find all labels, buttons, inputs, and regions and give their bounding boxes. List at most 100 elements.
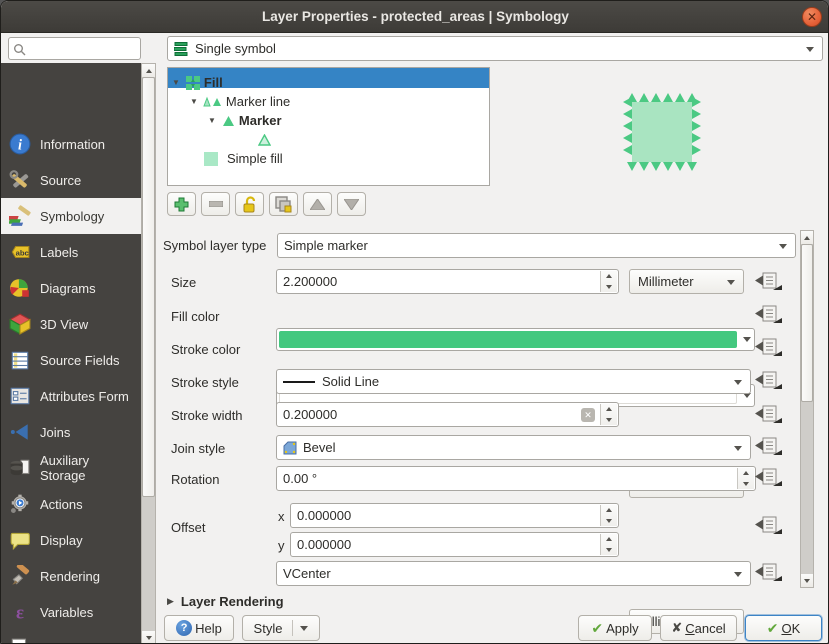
clear-icon[interactable]: ✕: [581, 408, 595, 422]
expander-icon[interactable]: ▼: [208, 116, 216, 125]
sidebar-item-metadata[interactable]: Metadata: [1, 630, 141, 644]
search-input[interactable]: [8, 37, 141, 60]
sidebar-item-source-fields[interactable]: Source Fields: [1, 342, 141, 378]
layer-rendering-group[interactable]: ▶ Layer Rendering: [167, 594, 284, 609]
stroke-color-override-button[interactable]: [753, 337, 785, 359]
data-defined-override-icon: [753, 404, 783, 426]
remove-symbol-layer-button[interactable]: [201, 192, 230, 216]
tree-row-marker[interactable]: ▼ Marker: [208, 111, 282, 130]
sidebar-item-attributes-form[interactable]: Attributes Form: [1, 374, 141, 418]
sidebar-item-information[interactable]: i Information: [1, 126, 141, 162]
sidebar-scrollbar[interactable]: [141, 63, 156, 644]
sidebar-item-source[interactable]: Source: [1, 162, 141, 198]
offset-override-button[interactable]: [753, 515, 785, 537]
join-style-select[interactable]: Bevel: [276, 435, 751, 460]
rotation-input[interactable]: 0.00 °: [276, 466, 756, 491]
offset-x-input[interactable]: 0.000000: [290, 503, 619, 528]
sidebar-item-rendering[interactable]: Rendering: [1, 558, 141, 594]
marker-icon: [222, 115, 235, 127]
scroll-up-icon[interactable]: [801, 231, 813, 244]
sidebar-item-variables[interactable]: ε Variables: [1, 594, 141, 630]
renderer-value: Single symbol: [195, 41, 276, 56]
titlebar[interactable]: Layer Properties - protected_areas | Sym…: [1, 1, 829, 33]
tree-row-simple-fill[interactable]: Simple fill: [204, 149, 283, 168]
move-layer-down-button[interactable]: [337, 192, 366, 216]
expander-icon[interactable]: ▼: [190, 97, 198, 106]
button-divider: [292, 620, 293, 636]
move-layer-up-button[interactable]: [303, 192, 332, 216]
expander-collapsed-icon[interactable]: ▶: [167, 596, 174, 607]
add-symbol-layer-button[interactable]: [167, 192, 196, 216]
offset-x-spinner[interactable]: [600, 505, 617, 526]
data-defined-override-icon: [753, 304, 783, 326]
fill-color-override-button[interactable]: [753, 304, 785, 326]
style-button[interactable]: Style: [242, 615, 320, 641]
sidebar-item-labels[interactable]: abc Labels: [1, 234, 141, 270]
sidebar-scrollbar-thumb[interactable]: [142, 77, 155, 497]
chevron-down-icon: [734, 380, 742, 385]
metadata-icon: [9, 637, 31, 644]
offset-y-input[interactable]: 0.000000: [290, 532, 619, 557]
fill-symbol-icon: [186, 76, 200, 90]
layer-properties-dialog: Layer Properties - protected_areas | Sym…: [0, 0, 829, 644]
check-icon: ✔: [767, 620, 779, 637]
fill-color-button[interactable]: [276, 328, 755, 351]
rendering-icon: [9, 565, 31, 587]
duplicate-symbol-layer-button[interactable]: [269, 192, 298, 216]
offset-x-label: x: [278, 509, 285, 524]
tree-row-fill[interactable]: ▼ Fill: [172, 73, 223, 92]
attributes-form-icon: [9, 385, 31, 407]
sidebar-item-diagrams[interactable]: Diagrams: [1, 270, 141, 306]
unlock-icon: [242, 196, 258, 213]
data-defined-override-icon: [753, 370, 783, 392]
offset-y-spinner[interactable]: [600, 534, 617, 555]
cancel-button[interactable]: ✘ Cancel: [660, 615, 737, 641]
help-button[interactable]: ? Help: [164, 615, 234, 641]
join-style-override-button[interactable]: [753, 436, 785, 458]
sidebar-item-auxiliary-storage[interactable]: Auxiliary Storage: [1, 446, 141, 490]
stroke-width-spinner[interactable]: [600, 404, 617, 425]
data-defined-override-icon: [753, 271, 783, 293]
tree-row-simple-marker[interactable]: Simple marker: [258, 130, 360, 149]
expander-icon[interactable]: ▼: [172, 78, 180, 87]
help-icon: ?: [176, 620, 192, 636]
scroll-up-icon[interactable]: [142, 64, 155, 77]
anchor-override-button[interactable]: [753, 562, 785, 584]
scroll-down-icon[interactable]: [142, 631, 155, 644]
sidebar-item-symbology[interactable]: Symbology: [1, 198, 141, 234]
stroke-width-override-button[interactable]: [753, 404, 785, 426]
stroke-style-select[interactable]: Solid Line: [276, 369, 751, 394]
diagrams-icon: [9, 277, 31, 299]
source-icon: [9, 169, 31, 191]
stroke-width-input[interactable]: 0.200000 ✕: [276, 402, 619, 427]
size-input[interactable]: 2.200000: [276, 269, 619, 294]
sidebar-item-display[interactable]: Display: [1, 522, 141, 558]
lock-color-button[interactable]: [235, 192, 264, 216]
sidebar-item-3d-view[interactable]: 3D View: [1, 306, 141, 342]
close-icon[interactable]: ✕: [802, 7, 822, 27]
size-override-button[interactable]: [753, 271, 785, 293]
apply-button[interactable]: ✔ Apply: [578, 615, 652, 641]
offset-label: Offset: [171, 520, 205, 535]
rotation-spinner[interactable]: [737, 468, 754, 489]
sidebar-item-actions[interactable]: Actions: [1, 486, 141, 522]
stroke-color-label: Stroke color: [171, 342, 240, 357]
form-scrollbar-thumb[interactable]: [801, 244, 813, 402]
arrow-up-icon: [310, 199, 325, 210]
renderer-select[interactable]: Single symbol: [167, 36, 823, 61]
add-icon: [174, 197, 189, 212]
solid-line-icon: [283, 381, 315, 383]
sidebar-item-joins[interactable]: Joins: [1, 414, 141, 450]
scroll-down-icon[interactable]: [801, 574, 813, 587]
size-unit-select[interactable]: Millimeter: [629, 269, 744, 294]
size-spinner[interactable]: [600, 271, 617, 292]
tree-row-marker-line[interactable]: ▼ Marker line: [190, 92, 290, 111]
rotation-override-button[interactable]: [753, 467, 785, 489]
single-symbol-icon: [174, 41, 189, 57]
anchor-point-select[interactable]: VCenter: [276, 561, 751, 586]
stroke-style-override-button[interactable]: [753, 370, 785, 392]
ok-button[interactable]: ✔ OK: [745, 615, 822, 641]
symbol-layer-type-select[interactable]: Simple marker: [277, 233, 796, 258]
form-scrollbar[interactable]: [800, 230, 814, 588]
chevron-down-icon[interactable]: [739, 329, 754, 350]
